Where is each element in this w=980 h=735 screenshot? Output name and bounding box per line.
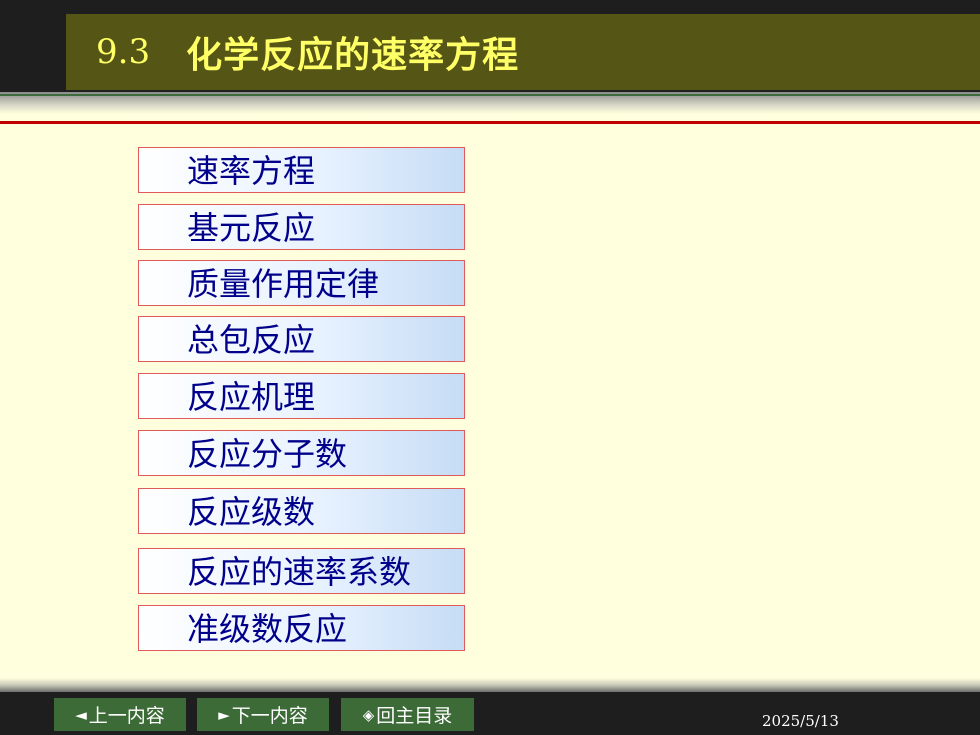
topic-link-rate-constant[interactable]: 反应的速率系数 xyxy=(138,548,465,594)
topic-link-reaction-order[interactable]: 反应级数 xyxy=(138,488,465,534)
topic-link-elementary-reaction[interactable]: 基元反应 xyxy=(138,204,465,250)
slide-date: 2025/5/13 xyxy=(762,712,839,730)
topic-link-pseudo-order-reaction[interactable]: 准级数反应 xyxy=(138,605,465,651)
prev-content-button[interactable]: ◄ 上一内容 xyxy=(54,698,186,731)
triangle-right-icon: ► xyxy=(218,705,230,724)
next-content-button[interactable]: ► 下一内容 xyxy=(197,698,329,731)
main-menu-label: 回主目录 xyxy=(376,705,453,727)
topic-link-rate-equation[interactable]: 速率方程 xyxy=(138,147,465,193)
topic-list: 速率方程 基元反应 质量作用定律 总包反应 反应机理 反应分子数 反应级数 反应… xyxy=(138,0,467,700)
triangle-left-icon: ◄ xyxy=(75,705,87,724)
next-content-label: 下一内容 xyxy=(231,705,308,727)
topic-link-molecularity[interactable]: 反应分子数 xyxy=(138,430,465,476)
topic-link-mass-action-law[interactable]: 质量作用定律 xyxy=(138,260,465,306)
topic-link-reaction-mechanism[interactable]: 反应机理 xyxy=(138,373,465,419)
main-menu-button[interactable]: ◈ 回主目录 xyxy=(341,698,474,731)
diamond-icon: ◈ xyxy=(362,705,375,724)
footer-shadow xyxy=(0,678,980,692)
prev-content-label: 上一内容 xyxy=(88,705,165,727)
topic-link-overall-reaction[interactable]: 总包反应 xyxy=(138,316,465,362)
